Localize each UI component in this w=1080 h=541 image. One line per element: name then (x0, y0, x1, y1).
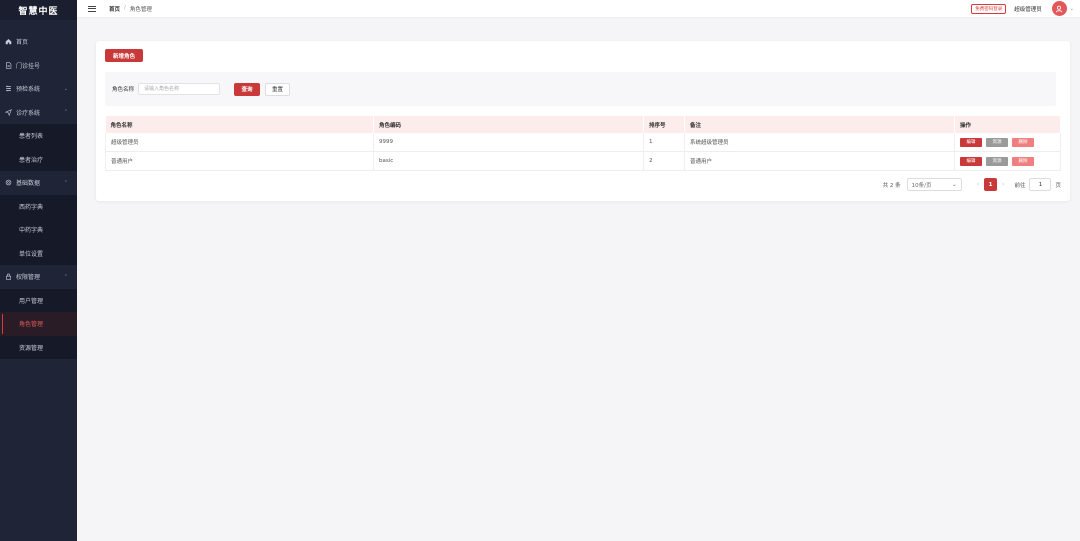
user-icon (1056, 5, 1063, 12)
top-header: 首页 / 角色管理 免费密码登录 超级管理员 ⌄ (77, 0, 1080, 18)
cell-actions: 编辑 资源 删除 (954, 133, 1061, 152)
page-number-current[interactable]: 1 (984, 178, 998, 191)
query-button[interactable]: 查询 (234, 82, 261, 96)
delete-button[interactable]: 删除 (1012, 156, 1034, 166)
chevron-icon: ⌃ (63, 179, 68, 186)
sidebar-item-label: 单位设置 (19, 250, 44, 258)
cell-role-code: basic (373, 151, 644, 171)
sidebar-item-3[interactable]: 诊疗系统 ⌃ (0, 101, 77, 125)
pagination: 共 2 条 10条/页 ⌄ ‹ 1 › 前往 页 (883, 178, 1061, 191)
lock-icon (5, 273, 12, 280)
add-role-button[interactable]: 新增角色 (105, 49, 143, 62)
list-icon (5, 85, 12, 92)
sidebar-item-label: 西药字典 (19, 203, 44, 211)
sidebar-item-label: 用户管理 (19, 297, 44, 305)
sidebar-item-13[interactable]: 资源管理 (0, 335, 77, 359)
chevron-icon: ⌃ (63, 273, 68, 280)
chevron-icon: ⌄ (63, 85, 68, 92)
avatar[interactable] (1051, 1, 1067, 16)
sidebar-item-12[interactable]: 角色管理 (0, 312, 77, 336)
sidebar-item-0[interactable]: 首页 (0, 30, 77, 54)
column-header-actions: 操作 (954, 116, 1061, 133)
next-page-icon[interactable]: › (1002, 181, 1004, 188)
sidebar-item-7[interactable]: 西药字典 (0, 194, 77, 218)
column-header-code: 角色编码 (373, 116, 644, 133)
breadcrumb-current: 角色管理 (129, 6, 152, 13)
sidebar-item-1[interactable]: 门诊挂号 (0, 54, 77, 78)
password-login-badge[interactable]: 免费密码登录 (971, 3, 1007, 14)
column-header-remark: 备注 (684, 116, 955, 133)
cell-role-name: 普通用户 (105, 151, 374, 171)
sidebar-item-8[interactable]: 中药字典 (0, 218, 77, 242)
sidebar-item-label: 诊疗系统 (16, 109, 41, 117)
sidebar-item-5[interactable]: 患者治疗 (0, 147, 77, 171)
column-header-name: 角色名称 (105, 116, 374, 133)
chevron-down-icon: ⌄ (952, 181, 957, 188)
role-name-input[interactable] (138, 83, 221, 95)
cell-remark: 系统超级管理员 (684, 133, 955, 152)
sidebar-item-label: 中药字典 (19, 227, 44, 235)
cell-actions: 编辑 资源 删除 (954, 151, 1061, 171)
sidebar-item-label: 首页 (16, 39, 29, 47)
table-row: 超级管理员 9999 1 系统超级管理员 编辑 资源 删除 (105, 133, 1061, 152)
page-size-select[interactable]: 10条/页 ⌄ (906, 178, 962, 191)
role-management-card: 新增角色 角色名称 查询 重置 角色名称 角色编码 排序号 备注 操作 超级管理… (96, 41, 1070, 201)
send-icon (5, 108, 12, 116)
header-right: 免费密码登录 超级管理员 ⌄ (971, 1, 1074, 16)
sidebar-item-label: 权限管理 (16, 274, 41, 282)
sidebar-item-label: 患者列表 (19, 133, 44, 141)
prev-page-icon[interactable]: ‹ (977, 181, 979, 188)
table-row: 普通用户 basic 2 普通用户 编辑 资源 删除 (105, 151, 1061, 171)
gear-icon (5, 179, 12, 186)
sidebar-item-label: 患者治疗 (19, 156, 44, 164)
resource-button[interactable]: 资源 (986, 156, 1008, 166)
sidebar-item-label: 资源管理 (19, 344, 44, 352)
sidebar-item-label: 基础数据 (16, 180, 41, 188)
chevron-icon: ⌃ (63, 109, 68, 116)
sidebar-menu: 首页门诊挂号预检系统 ⌄ 诊疗系统 ⌃ 患者列表患者治疗基础数据 ⌃ 西药字典中药字典单位设… (0, 20, 77, 359)
edit-button[interactable]: 编辑 (960, 137, 982, 147)
reset-button[interactable]: 重置 (265, 82, 291, 96)
breadcrumb: 首页 / 角色管理 (109, 5, 152, 13)
goto-label: 前往 (1014, 182, 1026, 189)
total-count: 共 2 条 (882, 182, 901, 189)
role-table: 角色名称 角色编码 排序号 备注 操作 超级管理员 9999 1 系统超级管理员… (105, 116, 1061, 171)
cell-role-code: 9999 (373, 133, 644, 152)
document-icon (5, 62, 12, 69)
sidebar-item-label: 预检系统 (16, 86, 41, 94)
sidebar: 智慧中医 首页门诊挂号预检系统 ⌄ 诊疗系统 ⌃ 患者列表患者治疗基础数据 ⌃ 西药字典中药… (0, 0, 77, 541)
cell-remark: 普通用户 (684, 151, 955, 171)
breadcrumb-separator: / (124, 4, 126, 11)
home-icon (5, 38, 12, 45)
cell-role-name: 超级管理员 (105, 133, 374, 152)
cell-order: 2 (643, 151, 685, 171)
search-panel: 角色名称 查询 重置 (105, 72, 1056, 106)
sidebar-item-label: 角色管理 (19, 321, 44, 329)
column-header-order: 排序号 (643, 116, 685, 133)
resource-button[interactable]: 资源 (986, 137, 1008, 147)
menu-toggle-icon[interactable] (88, 5, 96, 13)
app-brand: 智慧中医 (0, 0, 77, 20)
sidebar-item-9[interactable]: 单位设置 (0, 241, 77, 265)
sidebar-item-2[interactable]: 预检系统 ⌄ (0, 77, 77, 101)
breadcrumb-home[interactable]: 首页 (109, 5, 120, 13)
goto-page-input[interactable] (1029, 178, 1052, 191)
page-size-value: 10条/页 (911, 182, 932, 189)
sidebar-item-label: 门诊挂号 (16, 62, 41, 70)
role-name-label: 角色名称 (112, 87, 135, 93)
sidebar-item-4[interactable]: 患者列表 (0, 124, 77, 148)
cell-order: 1 (643, 133, 685, 152)
edit-button[interactable]: 编辑 (960, 156, 982, 166)
delete-button[interactable]: 删除 (1012, 137, 1034, 147)
chevron-down-icon[interactable]: ⌄ (1070, 6, 1074, 12)
sidebar-item-11[interactable]: 用户管理 (0, 288, 77, 312)
goto-unit: 页 (1055, 182, 1061, 189)
sidebar-item-6[interactable]: 基础数据 ⌃ (0, 171, 77, 195)
table-header-row: 角色名称 角色编码 排序号 备注 操作 (105, 116, 1061, 133)
sidebar-item-10[interactable]: 权限管理 ⌃ (0, 265, 77, 289)
user-name: 超级管理员 (1014, 6, 1042, 13)
